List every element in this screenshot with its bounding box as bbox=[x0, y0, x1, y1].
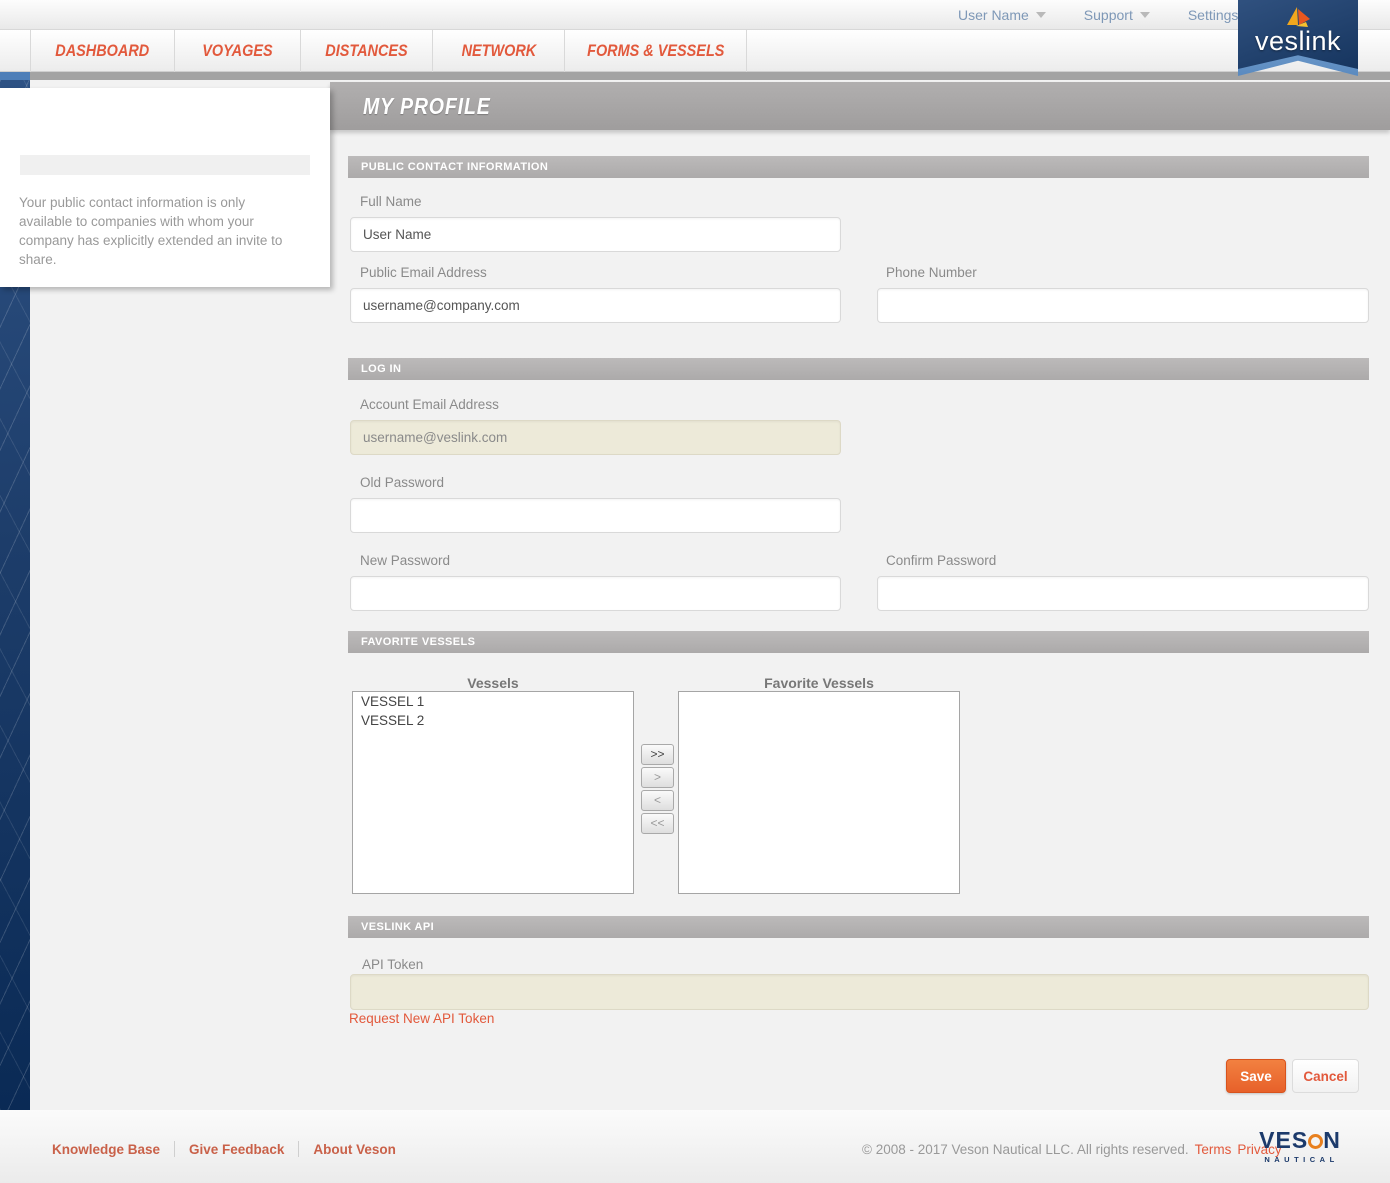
footer-links: Knowledge Base Give Feedback About Veson bbox=[52, 1141, 396, 1157]
main-nav: DASHBOARD VOYAGES DISTANCES NETWORK FORM… bbox=[0, 30, 1390, 72]
user-menu[interactable]: User Name bbox=[958, 7, 1046, 23]
copyright-text: © 2008 - 2017 Veson Nautical LLC. All ri… bbox=[862, 1142, 1189, 1157]
tab-forms-vessels-label: FORMS & VESSELS bbox=[587, 30, 724, 72]
section-header-favorite-vessels: FAVORITE VESSELS bbox=[348, 631, 1369, 653]
move-left-button[interactable]: < bbox=[641, 790, 674, 811]
confirm-password-label: Confirm Password bbox=[886, 553, 996, 568]
veson-o-icon bbox=[1308, 1134, 1323, 1149]
footer: Knowledge Base Give Feedback About Veson… bbox=[0, 1110, 1390, 1183]
settings-menu-label: Settings bbox=[1188, 7, 1239, 23]
account-email-label: Account Email Address bbox=[360, 397, 499, 412]
tab-network-label: NETWORK bbox=[461, 30, 536, 72]
section-header-veslink-api: VESLINK API bbox=[348, 916, 1369, 938]
page-title-label: MY PROFILE bbox=[363, 82, 491, 130]
veson-nautical-logo: VES N NAUTICAL bbox=[1255, 1129, 1345, 1164]
old-password-input[interactable] bbox=[350, 498, 841, 533]
section-header-login: LOG IN bbox=[348, 358, 1369, 380]
confirm-password-input[interactable] bbox=[877, 576, 1369, 611]
support-menu-label: Support bbox=[1084, 7, 1133, 23]
give-feedback-link[interactable]: Give Feedback bbox=[189, 1142, 284, 1157]
favorite-vessels-list-label: Favorite Vessels bbox=[678, 675, 960, 691]
api-token-label: API Token bbox=[362, 957, 423, 972]
move-right-button[interactable]: > bbox=[641, 767, 674, 788]
new-password-label: New Password bbox=[360, 553, 450, 568]
chevron-down-icon bbox=[1036, 12, 1046, 18]
topbar: User Name Support Settings bbox=[0, 0, 1390, 30]
privacy-note: Your public contact information is only … bbox=[19, 193, 299, 269]
tab-network[interactable]: NETWORK bbox=[433, 30, 565, 72]
vessels-listbox[interactable]: VESSEL 1 VESSEL 2 bbox=[352, 691, 634, 894]
tab-distances-label: DISTANCES bbox=[325, 30, 407, 72]
api-token-input[interactable] bbox=[350, 974, 1369, 1010]
new-password-input[interactable] bbox=[350, 576, 841, 611]
tab-dashboard-label: DASHBOARD bbox=[56, 30, 150, 72]
vessel-option[interactable]: VESSEL 1 bbox=[353, 692, 633, 711]
favorite-vessels-listbox[interactable] bbox=[678, 691, 960, 894]
full-name-label: Full Name bbox=[360, 194, 422, 209]
veslink-logo[interactable]: veslink bbox=[1238, 0, 1358, 80]
page-title: MY PROFILE bbox=[330, 82, 1390, 130]
veson-nautical-text: NAUTICAL bbox=[1255, 1155, 1345, 1164]
move-all-right-button[interactable]: >> bbox=[641, 744, 674, 765]
chevron-down-icon bbox=[1140, 12, 1150, 18]
tab-voyages-label: VOYAGES bbox=[202, 30, 272, 72]
copyright-row: © 2008 - 2017 Veson Nautical LLC. All ri… bbox=[862, 1142, 1282, 1157]
topbar-menus: User Name Support Settings bbox=[958, 0, 1255, 30]
save-button[interactable]: Save bbox=[1226, 1059, 1286, 1093]
veson-wordmark: VES N bbox=[1255, 1129, 1345, 1152]
tab-forms-vessels[interactable]: FORMS & VESSELS bbox=[565, 30, 747, 72]
vessels-list-label: Vessels bbox=[352, 675, 634, 691]
veson-wordmark-ves: VES bbox=[1259, 1127, 1308, 1153]
section-header-public-contact: PUBLIC CONTACT INFORMATION bbox=[348, 156, 1369, 178]
divider bbox=[174, 1141, 175, 1157]
support-menu[interactable]: Support bbox=[1084, 7, 1150, 23]
user-menu-label: User Name bbox=[958, 7, 1029, 23]
vessel-option[interactable]: VESSEL 2 bbox=[353, 711, 633, 730]
public-email-label: Public Email Address bbox=[360, 265, 487, 280]
tab-distances[interactable]: DISTANCES bbox=[301, 30, 433, 72]
knowledge-base-link[interactable]: Knowledge Base bbox=[52, 1142, 160, 1157]
terms-link[interactable]: Terms bbox=[1195, 1142, 1232, 1157]
phone-input[interactable] bbox=[877, 288, 1369, 323]
info-panel-placeholder bbox=[20, 155, 310, 175]
about-veson-link[interactable]: About Veson bbox=[313, 1142, 396, 1157]
tab-voyages[interactable]: VOYAGES bbox=[175, 30, 301, 72]
info-panel: Your public contact information is only … bbox=[0, 88, 330, 287]
cancel-button[interactable]: Cancel bbox=[1292, 1059, 1359, 1093]
phone-label: Phone Number bbox=[886, 265, 977, 280]
request-new-api-token-link[interactable]: Request New API Token bbox=[349, 1011, 494, 1026]
veson-wordmark-n: N bbox=[1323, 1127, 1341, 1153]
tab-dashboard[interactable]: DASHBOARD bbox=[30, 30, 175, 72]
public-email-input[interactable] bbox=[350, 288, 841, 323]
accent-strip bbox=[0, 72, 30, 80]
old-password-label: Old Password bbox=[360, 475, 444, 490]
divider bbox=[298, 1141, 299, 1157]
shadow-strip bbox=[30, 72, 1390, 80]
move-all-left-button[interactable]: << bbox=[641, 813, 674, 834]
account-email-input[interactable] bbox=[350, 420, 841, 455]
full-name-input[interactable] bbox=[350, 217, 841, 252]
logo-text: veslink bbox=[1238, 26, 1358, 57]
